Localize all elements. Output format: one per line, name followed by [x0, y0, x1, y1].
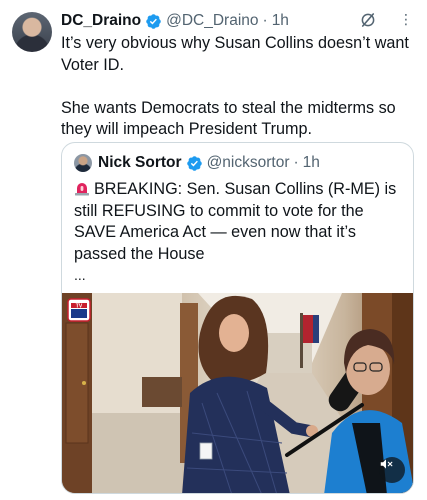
video-frame: TV — [62, 293, 413, 493]
door-knob — [82, 381, 86, 385]
quoted-tweet-header: Nick Sortor @nicksortor · 1h — [74, 153, 320, 173]
show-more-ellipsis[interactable]: ... — [74, 267, 86, 283]
video-media[interactable]: TV — [62, 293, 413, 493]
channel-logo-text: TV — [76, 304, 83, 310]
handle[interactable]: @DC_Draino — [166, 12, 258, 30]
reporter-face-front — [219, 314, 249, 352]
quoted-display-name[interactable]: Nick Sortor — [98, 154, 182, 172]
badge — [199, 442, 213, 460]
channel-logo-stripe — [71, 309, 87, 318]
bench — [142, 377, 182, 407]
timestamp[interactable]: 1h — [272, 12, 289, 30]
display-name[interactable]: DC_Draino — [61, 12, 141, 30]
tweet-paragraph: It’s very obvious why Susan Collins does… — [61, 34, 409, 74]
verified-badge-icon — [186, 155, 202, 171]
quoted-tweet[interactable]: Nick Sortor @nicksortor · 1h BREAKING: S… — [61, 142, 414, 494]
avatar[interactable] — [12, 12, 52, 52]
grok-slash-icon[interactable] — [359, 11, 377, 29]
more-dots-icon[interactable]: ⋮ — [399, 11, 413, 28]
separator: · — [262, 12, 268, 29]
flag — [303, 315, 313, 343]
rotating-light-icon — [75, 183, 89, 196]
flag — [313, 315, 319, 343]
tweet-paragraph: She wants Democrats to steal the midterm… — [61, 98, 396, 139]
flag-pole — [300, 313, 303, 368]
verified-badge-icon — [146, 13, 161, 29]
quoted-handle[interactable]: @nicksortor — [207, 154, 290, 172]
separator: · — [293, 154, 299, 171]
wainscot — [92, 413, 182, 493]
mute-button[interactable] — [379, 457, 405, 483]
quoted-avatar[interactable] — [74, 154, 92, 172]
tweet-header: DC_Draino @DC_Draino · 1h ⋮ — [61, 11, 415, 31]
speaker-muted-icon — [380, 459, 393, 469]
quoted-timestamp[interactable]: 1h — [303, 154, 320, 172]
quoted-text-body: BREAKING: Sen. Susan Collins (R-ME) is s… — [74, 180, 397, 263]
quoted-tweet-text: BREAKING: Sen. Susan Collins (R-ME) is s… — [74, 179, 404, 265]
